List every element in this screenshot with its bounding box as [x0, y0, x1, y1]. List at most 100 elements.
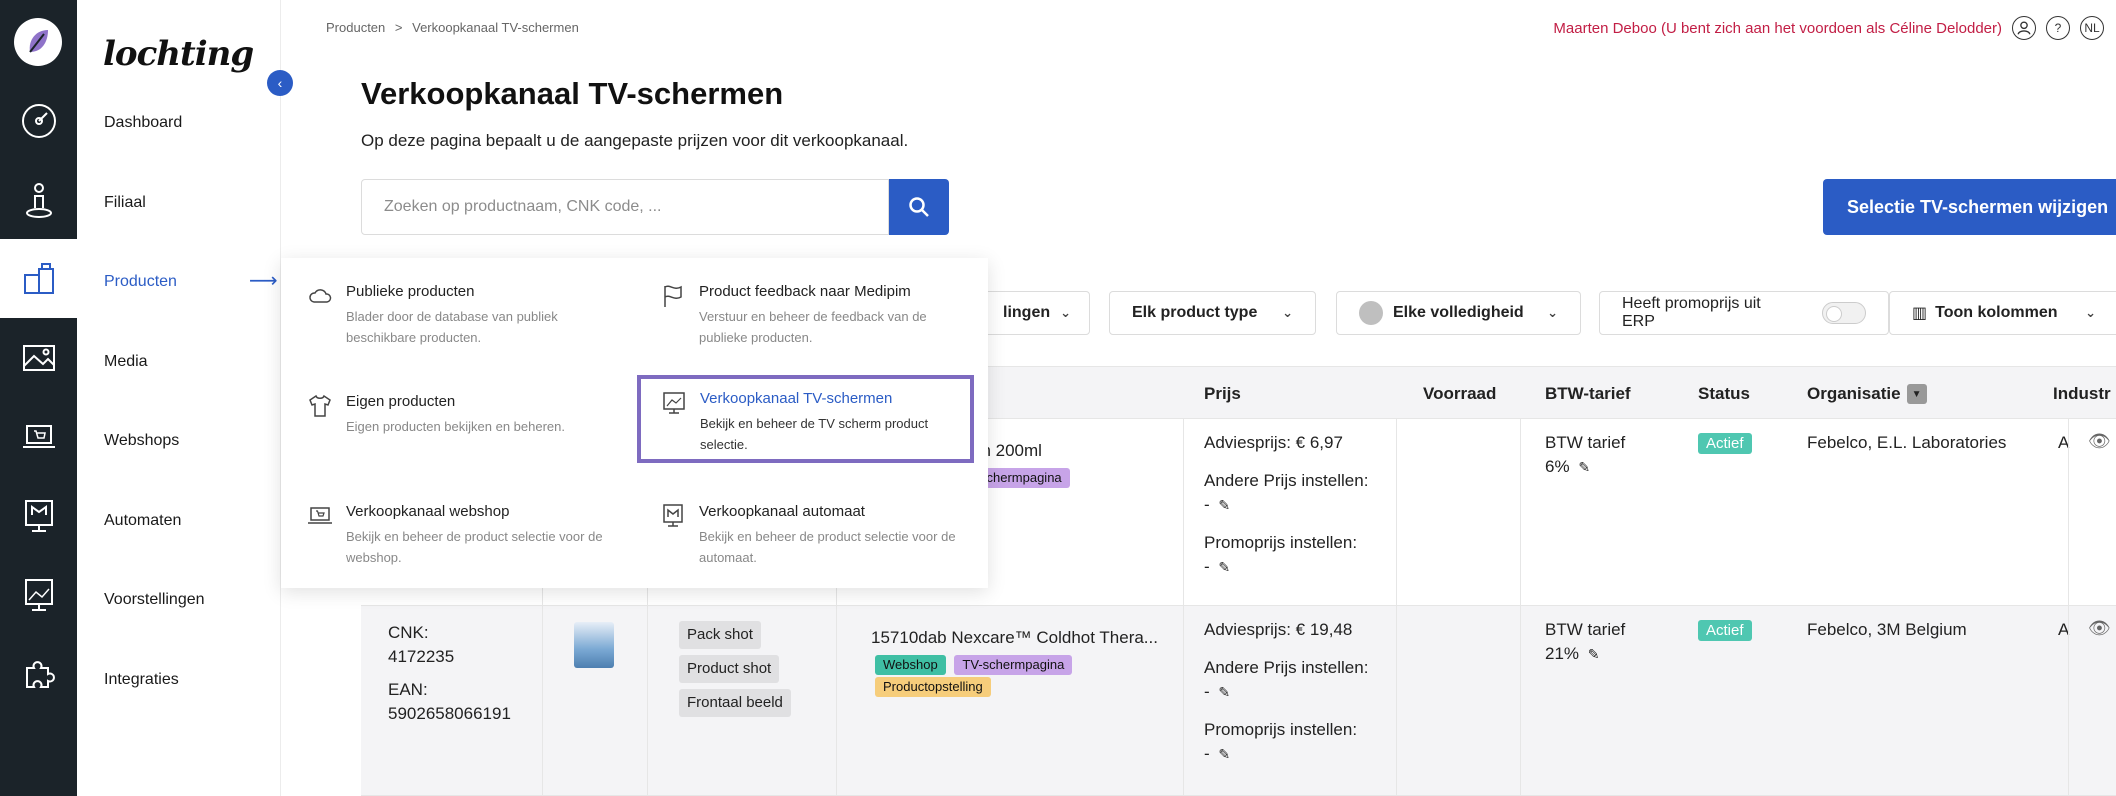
sidebar-item-voorstellingen[interactable]: Voorstellingen	[104, 591, 205, 609]
user-icon[interactable]	[2012, 16, 2036, 40]
table-row[interactable]: CNK: 4172235 EAN: 5902658066191 Pack sho…	[361, 606, 2116, 796]
sidebar-item-dashboard[interactable]: Dashboard	[104, 114, 182, 132]
page-subtitle: Op deze pagina bepaalt u de aangepaste p…	[361, 131, 909, 150]
menu-item-public-products[interactable]: Publieke producten Blader door de databa…	[281, 280, 616, 350]
header-actions: Maarten Deboo (U bent zich aan het voord…	[1553, 16, 2104, 40]
ean-label: EAN:	[388, 680, 428, 699]
pencil-icon[interactable]: ✎	[1218, 742, 1230, 766]
product-badges-2: Productopstelling	[875, 674, 995, 698]
rail-dashboard[interactable]	[0, 81, 77, 160]
collapse-sidebar-button[interactable]: ‹	[267, 70, 293, 96]
other-price-edit[interactable]: - ✎	[1204, 493, 1230, 517]
column-divider	[1396, 419, 1397, 796]
rail-webshops[interactable]	[0, 397, 77, 476]
menu-item-webshop-channel[interactable]: Verkoopkanaal webshop Bekijk en beheer d…	[281, 500, 616, 570]
gauge-icon	[21, 103, 56, 138]
status-badge: Actief	[1698, 620, 1752, 641]
rail-filiaal[interactable]	[0, 160, 77, 239]
promo-price-edit[interactable]: - ✎	[1204, 742, 1230, 766]
other-price-edit[interactable]: - ✎	[1204, 680, 1230, 704]
rail-producten[interactable]	[0, 239, 77, 318]
vat-edit[interactable]: 6% ✎	[1545, 455, 1590, 479]
column-organisation[interactable]: Organisatie ▼	[1807, 384, 1927, 404]
menu-item-title: Verkoopkanaal webshop	[346, 503, 510, 520]
promo-price-value: -	[1204, 744, 1210, 763]
menu-item-title: Publieke producten	[346, 283, 475, 300]
rail-integraties[interactable]	[0, 634, 77, 713]
breadcrumb-producten[interactable]: Producten	[326, 20, 385, 35]
rail-voorstellingen[interactable]	[0, 555, 77, 634]
menu-item-automaat-channel[interactable]: Verkoopkanaal automaat Bekijk en beheer …	[634, 500, 969, 570]
other-price-label: Andere Prijs instellen:	[1204, 471, 1369, 490]
brand-logo[interactable]: lochting	[103, 34, 254, 74]
search-button[interactable]	[889, 179, 949, 235]
search-input[interactable]	[361, 179, 889, 235]
eye-icon[interactable]: 👁	[2088, 431, 2111, 452]
sidebar-item-producten[interactable]: Producten	[104, 273, 177, 291]
breadcrumb-separator: >	[394, 20, 403, 35]
pencil-icon[interactable]: ✎	[1218, 493, 1230, 517]
menu-item-product-feedback[interactable]: Product feedback naar Medipim Verstuur e…	[634, 280, 969, 350]
menu-item-desc: Blader door de database van publiek besc…	[346, 309, 558, 345]
tag-frontal: Frontaal beeld	[679, 689, 791, 717]
menu-item-desc: Bekijk en beheer de product selectie voo…	[699, 529, 956, 565]
menu-item-title: Verkoopkanaal automaat	[699, 503, 865, 520]
menu-item-tv-screens[interactable]: Verkoopkanaal TV-schermen Bekijk en behe…	[637, 375, 974, 463]
sidebar-item-webshops[interactable]: Webshops	[104, 432, 179, 450]
eye-icon[interactable]: 👁	[2088, 618, 2111, 639]
app-logo[interactable]	[14, 18, 62, 66]
advice-price: Adviesprijs: € 19,48	[1204, 620, 1353, 639]
sidebar-item-filiaal[interactable]: Filiaal	[104, 194, 146, 212]
column-organisation-label: Organisatie	[1807, 384, 1901, 403]
chevron-left-icon: ‹	[277, 75, 283, 91]
impersonation-notice[interactable]: Maarten Deboo (U bent zich aan het voord…	[1553, 20, 2002, 37]
filter-funnel-icon[interactable]: ▼	[1906, 384, 1927, 404]
language-switch[interactable]: NL	[2080, 16, 2104, 40]
column-divider	[1520, 419, 1521, 796]
show-columns-button[interactable]: ▥ Toon kolommen ⌄	[1889, 291, 2116, 335]
vat-label: BTW tarief	[1545, 433, 1626, 452]
sidebar-item-integraties[interactable]: Integraties	[104, 671, 179, 689]
sidebar-item-automaten[interactable]: Automaten	[104, 512, 181, 530]
pencil-icon[interactable]: ✎	[1588, 642, 1600, 666]
filter-product-type[interactable]: Elk product type ⌄	[1109, 291, 1316, 335]
menu-item-own-products[interactable]: Eigen producten Eigen producten bekijken…	[281, 390, 616, 450]
cloud-icon	[309, 289, 332, 303]
promo-erp-toggle[interactable]	[1822, 302, 1866, 324]
other-price-label: Andere Prijs instellen:	[1204, 658, 1369, 677]
column-industry[interactable]: Industr	[2053, 384, 2111, 404]
column-divider	[1183, 419, 1184, 796]
organisation: Febelco, E.L. Laboratories	[1807, 433, 2007, 452]
vat-edit[interactable]: 21% ✎	[1545, 642, 1600, 666]
tv-screen-icon	[663, 392, 685, 414]
pencil-icon[interactable]: ✎	[1578, 455, 1590, 479]
menu-item-title: Eigen producten	[346, 393, 456, 410]
rail-media[interactable]	[0, 318, 77, 397]
laptop-cart-icon	[22, 424, 55, 448]
help-icon[interactable]: ?	[2046, 16, 2070, 40]
filter-promo-erp[interactable]: Heeft promoprijs uit ERP	[1599, 291, 1889, 335]
ean-value: 5902658066191	[388, 704, 511, 723]
pencil-icon[interactable]: ✎	[1218, 555, 1230, 579]
column-stock[interactable]: Voorraad	[1423, 384, 1496, 404]
products-dropdown-menu: Publieke producten Blader door de databa…	[281, 258, 988, 588]
show-columns-label: Toon kolommen	[1935, 304, 2058, 321]
arrow-right-icon: ⟶	[249, 270, 278, 292]
change-tv-selection-button[interactable]: Selectie TV-schermen wijzigen	[1823, 179, 2116, 235]
column-vat[interactable]: BTW-tarief	[1545, 384, 1631, 404]
filter-completeness-label: Elke volledigheid	[1393, 304, 1524, 321]
product-thumbnail[interactable]	[574, 622, 614, 668]
column-price[interactable]: Prijs	[1204, 384, 1241, 404]
chevron-down-icon: ⌄	[1547, 305, 1558, 320]
product-name[interactable]: 15710dab Nexcare™ Coldhot Thera...	[871, 626, 1158, 650]
pencil-icon[interactable]: ✎	[1218, 680, 1230, 704]
promo-price-edit[interactable]: - ✎	[1204, 555, 1230, 579]
vending-screen-icon	[24, 499, 53, 532]
filter-completeness[interactable]: Elke volledigheid ⌄	[1336, 291, 1581, 335]
laptop-cart-icon	[308, 507, 332, 524]
rail-automaten[interactable]	[0, 476, 77, 555]
sidebar-item-media[interactable]: Media	[104, 353, 148, 371]
column-status[interactable]: Status	[1698, 384, 1750, 404]
chevron-down-icon: ⌄	[1060, 305, 1072, 320]
puzzle-icon	[25, 660, 55, 688]
